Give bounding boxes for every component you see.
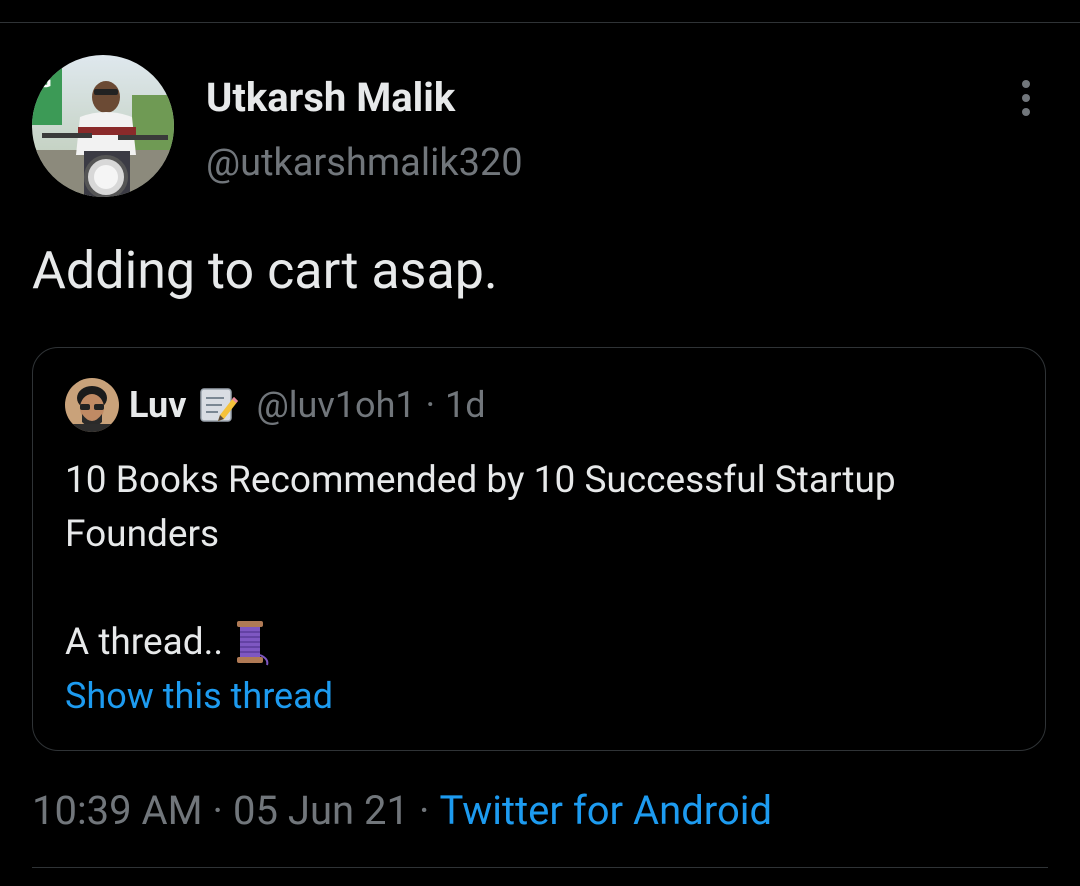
quoted-author-name[interactable]: Luv <box>129 384 186 426</box>
quoted-text-spacer <box>65 562 1025 616</box>
author-name[interactable]: Utkarsh Malik <box>206 74 455 121</box>
more-vertical-icon[interactable] <box>1012 78 1040 118</box>
show-thread-link[interactable]: Show this thread <box>65 675 333 717</box>
top-divider <box>0 22 1080 23</box>
quoted-tweet-card[interactable]: Luv @luv1oh1 · 1d 10 Books Recommended b… <box>32 347 1046 751</box>
quoted-text-line: Founders <box>65 513 220 556</box>
meta-separator: · <box>212 786 223 834</box>
quoted-header: Luv @luv1oh1 · 1d <box>129 381 486 429</box>
quoted-thread-text: A thread.. <box>65 621 224 664</box>
quoted-thread-line: A thread.. <box>65 616 1025 670</box>
author-handle[interactable]: @utkarshmalik320 <box>206 141 523 185</box>
tweet-date[interactable]: 05 Jun 21 <box>233 787 409 834</box>
tweet-text: Adding to cart asap. <box>32 240 498 301</box>
quoted-author-avatar[interactable] <box>65 378 119 432</box>
tweet-source-link[interactable]: Twitter for Android <box>439 787 772 834</box>
thread-spool-icon <box>231 619 273 667</box>
quoted-timestamp[interactable]: 1d <box>445 384 486 426</box>
bottom-divider <box>32 867 1048 868</box>
memo-icon <box>198 385 239 425</box>
quoted-tweet-text: 10 Books Recommended by 10 Successful St… <box>65 454 1025 670</box>
tweet-time[interactable]: 10:39 AM <box>32 787 203 834</box>
author-avatar[interactable]: G <box>32 55 174 197</box>
tweet-meta: 10:39 AM · 05 Jun 21 · Twitter for Andro… <box>32 785 772 835</box>
quoted-separator: · <box>425 384 436 426</box>
svg-text:G: G <box>37 71 52 92</box>
quoted-author-handle[interactable]: @luv1oh1 <box>256 384 415 426</box>
quoted-text-line: 10 Books Recommended by 10 Successful St… <box>65 459 896 502</box>
meta-separator: · <box>418 786 430 834</box>
